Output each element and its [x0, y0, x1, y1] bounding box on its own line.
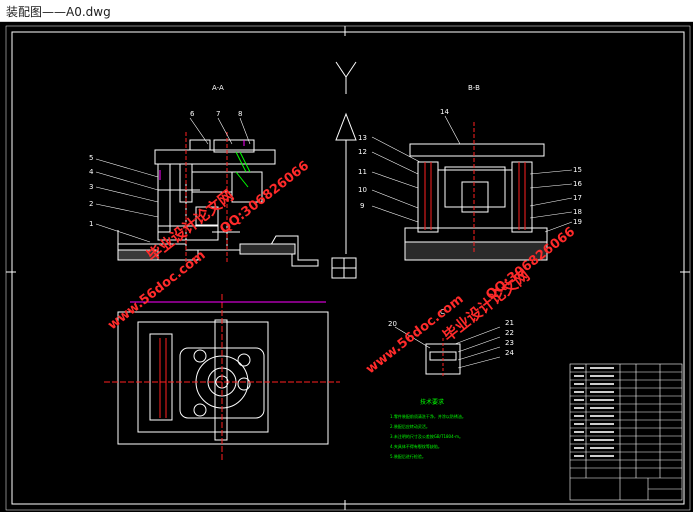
technical-notes: 技术要求 1.零件装配前须清洗干净，并涂以防锈油。 2.装配后应转动灵活。 3.…	[390, 398, 466, 459]
balloon-6: 6	[190, 110, 195, 118]
balloon-11: 11	[358, 168, 367, 176]
aa-magenta-lines	[159, 140, 245, 180]
balloon-13: 13	[358, 134, 367, 142]
balloon-23: 23	[505, 339, 514, 347]
balloon-3: 3	[89, 183, 93, 191]
balloon-21: 21	[505, 319, 514, 327]
balloon-4: 4	[89, 168, 94, 176]
section-bb-label: B-B	[468, 84, 480, 92]
plan-centerlines	[104, 294, 340, 460]
watermark-qq-right: QQ:306826066	[483, 224, 578, 303]
balloon-19: 19	[573, 218, 582, 226]
balloon-15: 15	[573, 166, 582, 174]
ucs-icon	[331, 61, 357, 279]
notes-title: 技术要求	[420, 398, 444, 406]
balloon-8: 8	[238, 110, 242, 118]
balloon-18: 18	[573, 208, 582, 216]
note-3: 3.未注明的尺寸及公差按GB/T1804-m。	[390, 433, 463, 439]
balloon-2: 2	[89, 200, 93, 208]
balloon-1: 1	[89, 220, 93, 228]
cad-drawing-canvas[interactable]: A-A B-B 6 7 8 5 4 3 2 1 14 13 12 11 10 9…	[0, 22, 693, 512]
note-5: 5.装配后进行检验。	[390, 453, 426, 459]
note-4: 4.夹具体不得有裂纹等缺陷。	[390, 443, 442, 449]
note-1: 1.零件装配前须清洗干净，并涂以防锈油。	[390, 413, 466, 419]
note-2: 2.装配后应转动灵活。	[390, 423, 430, 429]
plan-view	[117, 311, 329, 445]
section-aa-label: A-A	[212, 84, 224, 92]
balloon-10: 10	[358, 186, 367, 194]
drawing-svg: A-A B-B 6 7 8 5 4 3 2 1 14 13 12 11 10 9…	[5, 25, 691, 511]
bb-red-details	[424, 122, 526, 254]
window-titlebar: 装配图——A0.dwg	[0, 0, 693, 22]
balloon-7: 7	[216, 110, 220, 118]
title-block	[569, 363, 683, 501]
balloon-20: 20	[388, 320, 397, 328]
balloon-22: 22	[505, 329, 514, 337]
section-aa-hatch	[235, 151, 251, 188]
balloon-9: 9	[360, 202, 364, 210]
balloon-5: 5	[89, 154, 93, 162]
balloon-24: 24	[505, 349, 514, 357]
balloon-16: 16	[573, 180, 582, 188]
window-title: 装配图——A0.dwg	[6, 5, 111, 19]
balloon-17: 17	[573, 194, 582, 202]
balloon-12: 12	[358, 148, 367, 156]
balloon-14: 14	[440, 108, 449, 116]
section-bb-view	[404, 143, 548, 261]
